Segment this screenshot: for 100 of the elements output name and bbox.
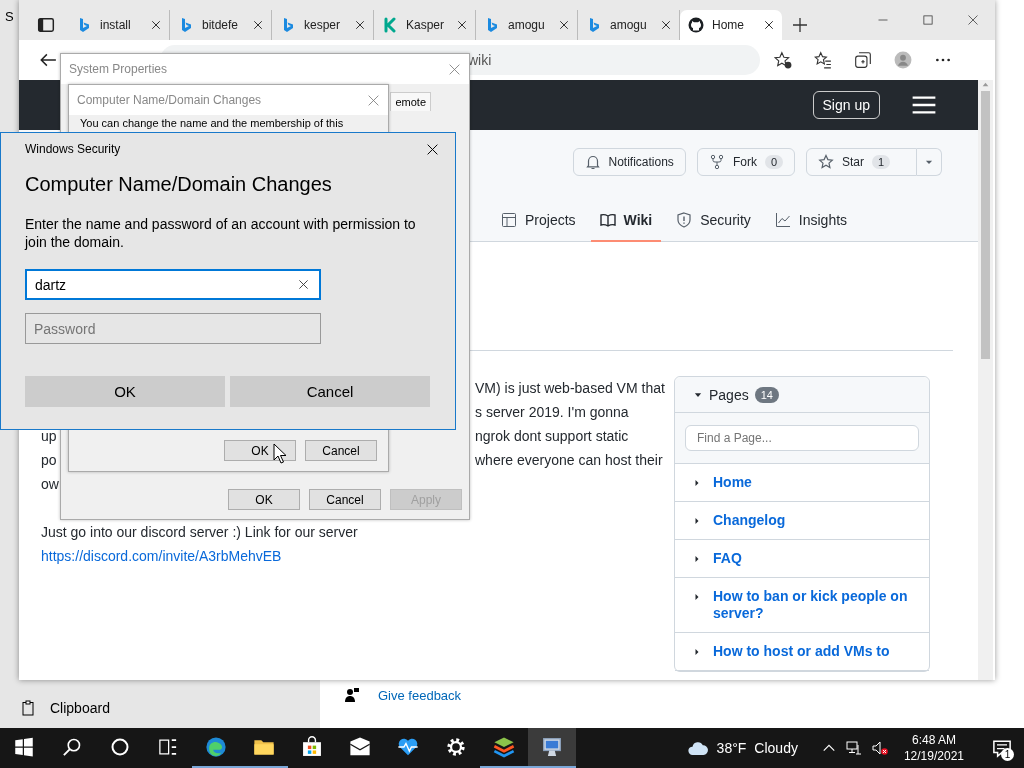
logo-icon (382, 17, 398, 33)
text-fragment: po (41, 452, 57, 468)
close-icon[interactable] (355, 20, 365, 30)
dialog-title: Windows Security (25, 142, 121, 156)
envelope-icon (349, 736, 371, 758)
task-view-icon[interactable] (158, 737, 178, 757)
shopping-bag-icon (301, 736, 323, 758)
page-link[interactable]: FAQ (713, 550, 742, 567)
notifications-button[interactable]: Notifications (572, 148, 686, 176)
text-fragment: ngrok dont support static (475, 427, 629, 446)
close-icon[interactable] (253, 20, 263, 30)
page-link[interactable]: Changelog (713, 512, 786, 529)
sign-up-button[interactable]: Sign up (812, 91, 880, 119)
fork-icon (708, 154, 725, 170)
feedback-link[interactable]: Give feedback (378, 687, 462, 703)
maximize-icon[interactable] (921, 14, 934, 26)
paragraph-text: Just go into our discord server :) Link for our server (41, 523, 359, 542)
search-icon[interactable] (62, 737, 82, 757)
clear-icon[interactable] (298, 279, 309, 290)
start-icon[interactable] (14, 737, 34, 757)
text-fragment: ow (41, 476, 59, 492)
ok-button[interactable]: OK (228, 489, 300, 510)
page-link[interactable]: How to ban or kick people on server? (713, 588, 921, 622)
book-icon (599, 212, 616, 228)
tab-actions-icon[interactable] (37, 16, 55, 34)
clipboard-icon (20, 700, 36, 716)
temperature-text: 38°F (716, 740, 747, 756)
logo-icon (688, 17, 704, 33)
gear-icon (445, 736, 467, 758)
repo-tab[interactable]: Wiki (590, 200, 662, 242)
star-plus-icon[interactable] (774, 51, 792, 69)
profile-icon[interactable] (894, 51, 912, 69)
dialog-text: Enter the name and password of an account with permission to join the domain. (25, 215, 417, 251)
panel-title: Pages (709, 386, 749, 403)
counter: 1 (872, 155, 891, 169)
bell-icon (584, 154, 601, 170)
page-link[interactable]: Home (713, 474, 752, 491)
page-link[interactable]: How to host or add VMs to (713, 643, 890, 660)
close-icon[interactable] (661, 20, 671, 30)
browser-tab[interactable]: Home (680, 10, 782, 40)
close-icon[interactable] (764, 20, 774, 30)
graph-icon (774, 212, 791, 228)
text-fragment: VM) is just web-based VM that (475, 379, 665, 398)
window-title: S (4, 8, 15, 24)
plus-icon[interactable] (792, 17, 808, 33)
notification-icon[interactable] (992, 738, 1012, 758)
nav-item[interactable]: Clipboard (50, 700, 110, 716)
invite-link[interactable]: https://discord.com/invite/A3rbMehvEB (41, 544, 282, 568)
caret-right-icon[interactable] (693, 555, 701, 563)
text-fragment: up (41, 428, 57, 444)
collections-icon[interactable] (854, 51, 872, 69)
notification-badge: 1 (1001, 748, 1014, 761)
star-icon (818, 154, 834, 170)
close-icon[interactable] (151, 20, 161, 30)
cancel-button[interactable]: Cancel (230, 376, 430, 407)
counter: 0 (764, 155, 783, 169)
clock-time[interactable]: 6:48 AM (911, 732, 956, 748)
back-arrow-icon[interactable] (39, 51, 57, 69)
password-field[interactable]: Password (25, 313, 321, 344)
caret-right-icon[interactable] (693, 517, 701, 525)
circle-icon[interactable] (110, 737, 130, 757)
cursor-icon (272, 443, 288, 465)
ok-button[interactable]: OK (25, 376, 225, 407)
taskbar-button[interactable] (528, 728, 576, 768)
browser-logo-icon (205, 736, 227, 758)
heart-pulse-icon (397, 736, 419, 758)
dialog-heading: Computer Name/Domain Changes (25, 172, 333, 197)
scrollbar[interactable] (978, 80, 993, 680)
cancel-button[interactable]: Cancel (309, 489, 381, 510)
star-button[interactable]: Star 1 (806, 148, 917, 176)
repo-tab[interactable]: Security (667, 200, 760, 242)
caret-right-icon[interactable] (693, 479, 701, 487)
text-fragment: s server 2019. I'm gonna (475, 403, 629, 422)
table-icon (501, 212, 517, 228)
close-icon[interactable] (457, 20, 467, 30)
dialog-text: You can change the name and the membership of this (79, 116, 345, 129)
clock-date[interactable]: 12/19/2021 (903, 748, 964, 764)
network-icon[interactable] (845, 740, 862, 756)
count-badge: 14 (754, 386, 779, 403)
fork-button[interactable]: Fork 0 (696, 148, 795, 176)
caret-right-icon[interactable] (693, 648, 701, 656)
favorites-icon[interactable] (814, 51, 832, 69)
text-fragment: where everyone can host their (475, 451, 663, 470)
close-icon[interactable] (559, 20, 569, 30)
search-field[interactable]: Find a Page... (685, 425, 919, 451)
repo-tab[interactable]: Projects (492, 200, 585, 242)
dialog-title: System Properties (69, 62, 168, 76)
volume-muted-icon[interactable] (871, 740, 888, 756)
username-field[interactable]: dartz (25, 269, 321, 300)
dialog-tab[interactable]: emote (390, 92, 431, 111)
caret-right-icon[interactable] (693, 593, 701, 601)
weather-text: Cloudy (754, 740, 798, 756)
cancel-button[interactable]: Cancel (305, 440, 377, 461)
shield-icon (676, 212, 693, 228)
layers-icon (493, 736, 515, 758)
ok-button[interactable]: OK (224, 440, 296, 461)
computer-icon (541, 736, 563, 758)
close-icon[interactable] (426, 142, 439, 156)
dialog-title: Computer Name/Domain Changes (77, 93, 262, 107)
repo-tab[interactable]: Insights (765, 200, 857, 242)
